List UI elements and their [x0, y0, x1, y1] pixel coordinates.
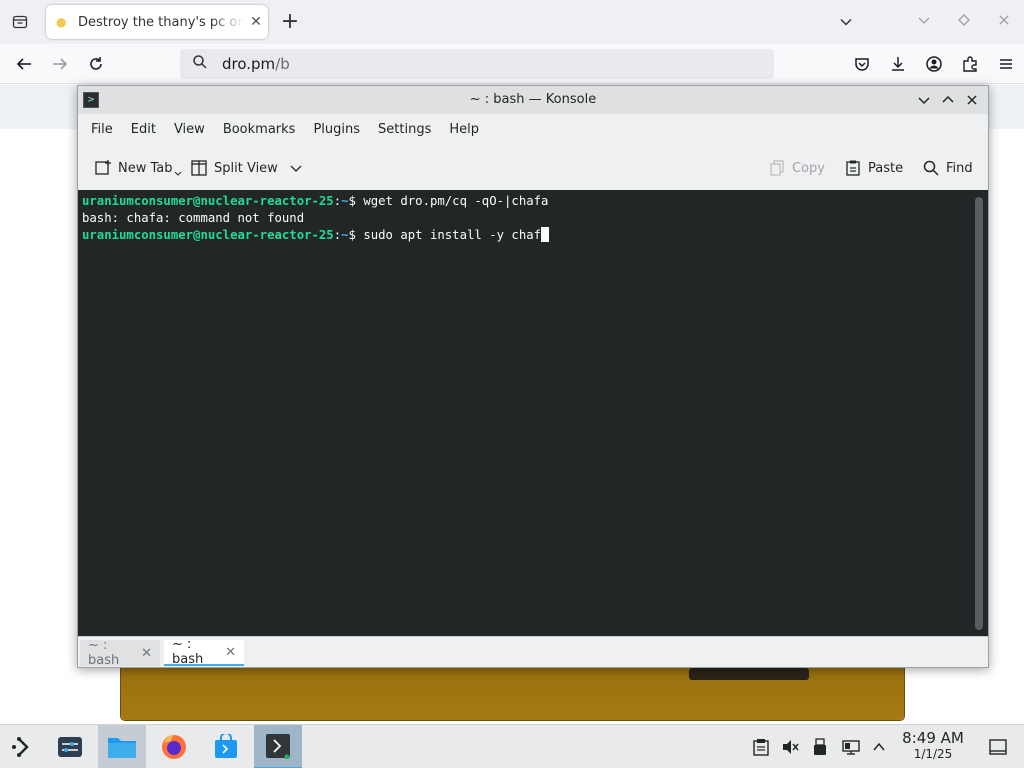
close-tab-icon[interactable]: ✕: [225, 645, 236, 660]
usb-device-icon[interactable]: [810, 725, 830, 768]
split-view-label: Split View: [214, 160, 278, 176]
expand-tray-icon[interactable]: [869, 725, 889, 768]
konsole-tab-active[interactable]: ~ : bash ✕: [164, 637, 244, 667]
clock-date: 1/1/25: [913, 747, 953, 761]
minimize-icon[interactable]: [912, 89, 936, 111]
terminal-scrollbar[interactable]: [975, 197, 983, 630]
terminal-area[interactable]: uraniumconsumer@nuclear-reactor-25:~$ wg…: [78, 190, 988, 636]
prompt-end: $: [348, 194, 364, 208]
url-path: /b: [275, 55, 290, 73]
window-title: ~ : bash — Konsole: [469, 92, 597, 107]
prompt-path: ~: [341, 228, 349, 242]
dropdown-indicator-icon: [174, 171, 181, 176]
prompt-path: ~: [341, 194, 349, 208]
command-text: wget dro.pm/cq -qO-|chafa: [363, 194, 549, 208]
search-icon: [923, 160, 939, 176]
menu-bookmarks[interactable]: Bookmarks: [214, 114, 305, 146]
konsole-window: > ~ : bash — Konsole File Edit View Book…: [77, 85, 989, 668]
firefox-view-icon[interactable]: [8, 10, 32, 34]
new-tab-icon: [95, 160, 111, 175]
menu-view[interactable]: View: [165, 114, 214, 146]
close-tab-icon[interactable]: ✕: [244, 10, 268, 34]
application-launcher-icon[interactable]: [0, 725, 44, 768]
volume-muted-icon[interactable]: [779, 725, 801, 768]
clipboard-icon[interactable]: [750, 725, 772, 768]
taskbar: 8:49 AM 1/1/25: [0, 724, 1024, 768]
close-icon[interactable]: [984, 14, 1024, 30]
search-icon: [192, 54, 208, 74]
new-tab-button[interactable]: +: [278, 10, 302, 34]
menu-file[interactable]: File: [82, 114, 122, 146]
discover-store-icon[interactable]: [202, 725, 250, 768]
paste-label: Paste: [868, 160, 904, 176]
text-cursor: [541, 227, 550, 242]
prompt-separator: :: [333, 228, 342, 242]
konsole-tab-label: ~ : bash: [88, 638, 120, 668]
konsole-toolbar: New Tab Split View Copy Paste Find: [78, 148, 988, 188]
menu-help[interactable]: Help: [440, 114, 488, 146]
firefox-icon[interactable]: [150, 725, 198, 768]
system-settings-icon[interactable]: [46, 725, 94, 768]
extensions-icon[interactable]: [952, 52, 988, 76]
list-all-tabs-chevron-icon[interactable]: [834, 11, 858, 33]
network-wired-icon[interactable]: [840, 725, 862, 768]
close-tab-icon[interactable]: ✕: [141, 646, 152, 661]
maximize-icon[interactable]: [944, 14, 984, 30]
pocket-icon[interactable]: [844, 52, 880, 76]
show-desktop-icon[interactable]: [985, 725, 1011, 768]
menu-hamburger-icon[interactable]: [988, 52, 1024, 76]
close-icon[interactable]: [960, 89, 984, 111]
menu-plugins[interactable]: Plugins: [304, 114, 369, 146]
reload-icon[interactable]: [84, 52, 108, 76]
copy-button[interactable]: Copy: [768, 156, 825, 180]
prompt-user: uraniumconsumer@nuclear-reactor-25: [82, 194, 334, 208]
find-label: Find: [946, 160, 973, 176]
forward-arrow-icon[interactable]: [48, 52, 72, 76]
prompt-separator: :: [333, 194, 342, 208]
konsole-tab-label: ~ : bash: [172, 637, 204, 667]
konsole-titlebar[interactable]: > ~ : bash — Konsole: [78, 86, 988, 114]
file-manager-icon[interactable]: [98, 725, 146, 768]
find-button[interactable]: Find: [922, 156, 973, 180]
url-host: dro.pm: [222, 55, 276, 73]
paste-icon: [846, 160, 860, 176]
konsole-tab-bar: ~ : bash ✕ ~ : bash ✕: [78, 636, 988, 668]
konsole-menubar: File Edit View Bookmarks Plugins Setting…: [78, 114, 988, 146]
konsole-tab[interactable]: ~ : bash ✕: [80, 638, 160, 668]
prompt-end: $: [348, 228, 364, 242]
clock-time: 8:49 AM: [902, 729, 964, 747]
split-view-button[interactable]: Split View: [190, 156, 308, 180]
split-view-icon: [191, 160, 207, 176]
account-icon[interactable]: [916, 52, 952, 76]
menu-edit[interactable]: Edit: [122, 114, 165, 146]
url-text: dro.pm/b: [222, 55, 290, 73]
maximize-icon[interactable]: [936, 89, 960, 111]
browser-tab-title: Destroy the thany's pc on: [78, 14, 244, 30]
copy-label: Copy: [792, 160, 825, 176]
terminal-line: uraniumconsumer@nuclear-reactor-25:~$ wg…: [82, 193, 988, 210]
menu-settings[interactable]: Settings: [369, 114, 440, 146]
browser-nav-bar: dro.pm/b: [0, 44, 1024, 84]
back-arrow-icon[interactable]: [12, 52, 36, 76]
command-input: sudo apt install -y chaf: [363, 228, 542, 242]
prompt-user: uraniumconsumer@nuclear-reactor-25: [82, 228, 334, 242]
terminal-output-line: bash: chafa: command not found: [82, 211, 305, 225]
paste-button[interactable]: Paste: [844, 156, 903, 180]
terminal-line: uraniumconsumer@nuclear-reactor-25:~$ su…: [82, 227, 988, 244]
address-bar[interactable]: dro.pm/b: [180, 49, 774, 79]
new-tab-button[interactable]: New Tab: [94, 156, 188, 180]
browser-tab-bar: ● Destroy the thany's pc on ✕ +: [0, 0, 1024, 44]
new-tab-label: New Tab: [118, 160, 173, 176]
konsole-icon[interactable]: [254, 725, 302, 768]
copy-icon: [770, 160, 784, 176]
chevron-down-icon: [290, 165, 302, 172]
minimize-icon[interactable]: [904, 14, 944, 30]
digital-clock[interactable]: 8:49 AM 1/1/25: [897, 729, 969, 762]
lemon-favicon-icon: ●: [56, 15, 67, 29]
browser-tab[interactable]: ● Destroy the thany's pc on ✕: [46, 5, 268, 39]
downloads-icon[interactable]: [880, 52, 916, 76]
